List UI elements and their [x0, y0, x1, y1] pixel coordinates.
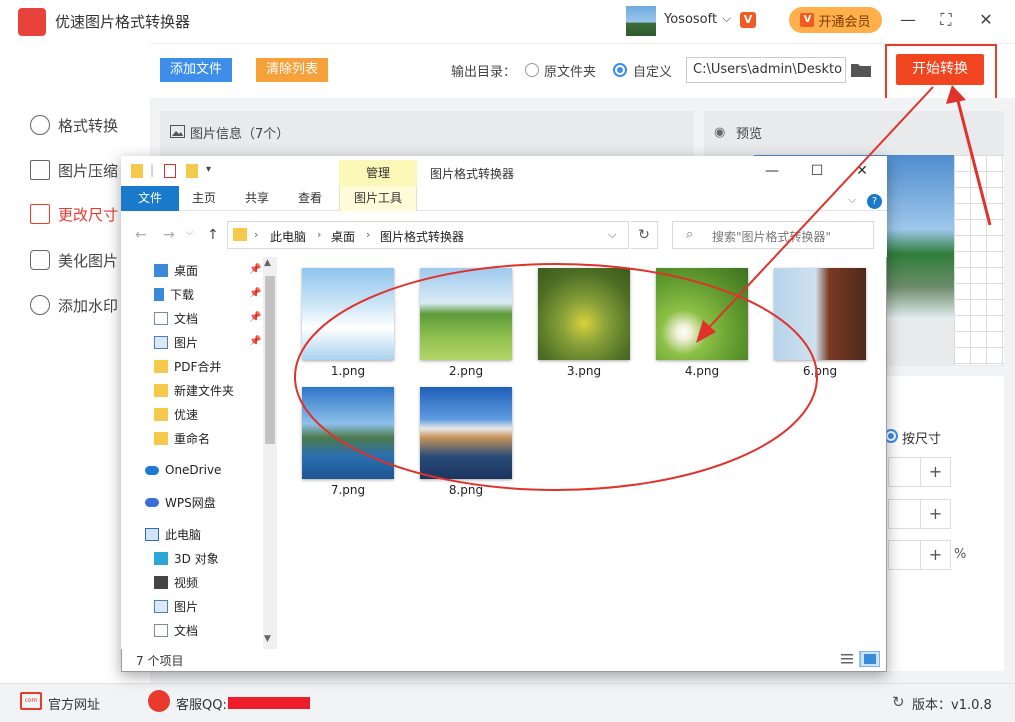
annotation-arrow	[955, 96, 992, 226]
annotation-overlay	[294, 85, 992, 491]
annotation-arrow	[701, 86, 934, 336]
highlight-ellipse	[294, 263, 818, 491]
arrowhead-icon	[946, 85, 966, 104]
